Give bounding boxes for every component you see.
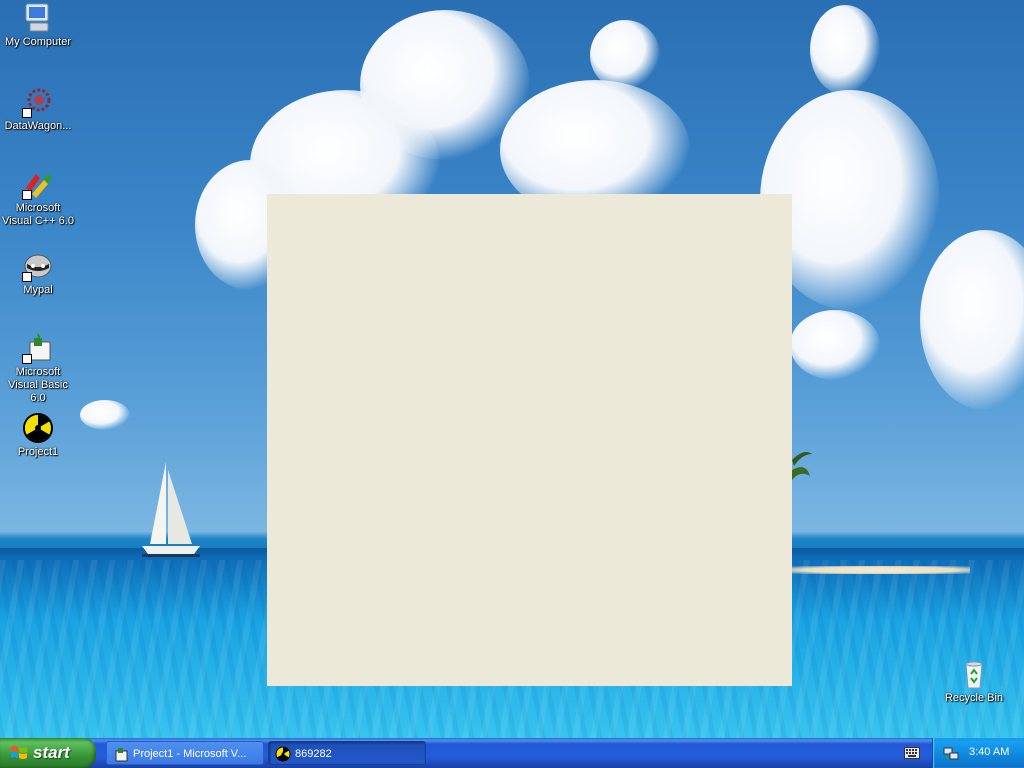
sailboat bbox=[142, 462, 200, 557]
recycle-bin-icon bbox=[958, 658, 990, 690]
system-tray: 3:40 AM bbox=[932, 738, 1024, 768]
start-label: start bbox=[33, 743, 70, 762]
keyboard-icon[interactable] bbox=[904, 747, 920, 759]
cloud bbox=[80, 400, 130, 430]
mypal-raccoon-icon bbox=[22, 250, 54, 282]
cloud bbox=[590, 20, 660, 90]
shortcut-arrow-icon bbox=[22, 354, 32, 364]
blank-app-window[interactable] bbox=[267, 194, 792, 686]
windows-logo-icon bbox=[11, 746, 27, 759]
clock[interactable]: 3:40 AM bbox=[969, 746, 1009, 758]
taskbar-button-label: 869282 bbox=[295, 748, 332, 760]
shortcut-arrow-icon bbox=[22, 108, 32, 118]
desktop-icon-visual-cpp[interactable]: Microsoft Visual C++ 6.0 bbox=[0, 168, 76, 228]
desktop-icon-mypal[interactable]: Mypal bbox=[0, 250, 76, 297]
desktop: My Computer DataWagon... Microsoft Visua… bbox=[0, 0, 1024, 738]
visual-cpp-icon bbox=[22, 168, 54, 200]
vb-project-icon bbox=[115, 748, 128, 762]
cloud bbox=[790, 310, 880, 380]
radiation-icon bbox=[22, 412, 54, 444]
taskbar-button-project1-vb[interactable]: Project1 - Microsoft V... bbox=[106, 741, 264, 765]
palm-tree bbox=[792, 452, 812, 480]
desktop-icon-recycle-bin[interactable]: Recycle Bin bbox=[936, 658, 1012, 705]
desktop-icon-project1[interactable]: Project1 bbox=[0, 412, 76, 459]
visual-basic-icon bbox=[22, 332, 54, 364]
desktop-icon-visual-basic[interactable]: Microsoft Visual Basic 6.0 bbox=[0, 332, 76, 405]
taskbar: start Project1 - Microsoft V... 869282 3… bbox=[0, 738, 1024, 768]
desktop-icon-datawagon[interactable]: DataWagon... bbox=[0, 86, 76, 133]
taskbar-button-869282[interactable]: 869282 bbox=[268, 741, 426, 765]
my-computer-icon bbox=[22, 2, 54, 34]
sandbar bbox=[790, 566, 970, 574]
datawagon-icon bbox=[22, 86, 54, 118]
taskbar-button-label: Project1 - Microsoft V... bbox=[133, 748, 247, 760]
network-icon[interactable] bbox=[943, 745, 959, 761]
cloud bbox=[810, 5, 880, 95]
shortcut-arrow-icon bbox=[22, 272, 32, 282]
start-button[interactable]: start bbox=[0, 738, 96, 768]
radiation-icon bbox=[275, 746, 291, 762]
desktop-icon-my-computer[interactable]: My Computer bbox=[0, 2, 76, 49]
cloud bbox=[920, 230, 1024, 410]
shortcut-arrow-icon bbox=[22, 190, 32, 200]
